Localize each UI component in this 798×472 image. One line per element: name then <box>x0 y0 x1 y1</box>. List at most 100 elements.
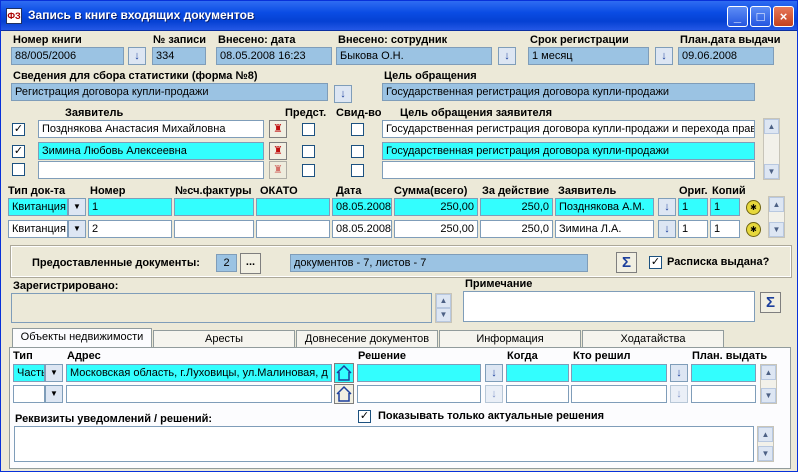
purpose-field[interactable]: Государственная регистрация договора куп… <box>382 83 755 101</box>
payer-field[interactable]: Зимина Л.А. <box>555 220 654 238</box>
house-icon[interactable] <box>334 363 354 383</box>
scroll-up-icon[interactable]: ▲ <box>761 365 776 380</box>
invoice-field[interactable] <box>174 198 254 216</box>
sigma-icon[interactable]: Σ <box>616 252 637 273</box>
applicant-purpose-field[interactable]: Государственная регистрация договора куп… <box>382 120 755 138</box>
book-number-dropdown-icon[interactable]: ↓ <box>128 47 146 65</box>
plan-date-field[interactable]: 09.06.2008 <box>678 47 774 65</box>
scroll-up-icon[interactable]: ▲ <box>436 294 451 308</box>
record-number-field[interactable]: 334 <box>152 47 206 65</box>
coin-icon[interactable]: ✱ <box>746 200 761 215</box>
person-icon[interactable]: ♜ <box>269 142 287 160</box>
cert-checkbox[interactable] <box>351 145 364 158</box>
scroll-down-icon[interactable]: ▼ <box>764 164 779 179</box>
house-icon[interactable] <box>334 384 354 404</box>
who-decided-dropdown-icon[interactable]: ↓ <box>670 364 688 382</box>
object-type-select[interactable]: Часть <box>13 364 45 382</box>
scroll-down-icon[interactable]: ▼ <box>758 446 773 461</box>
registered-field[interactable] <box>11 293 432 323</box>
who-decided-field[interactable] <box>571 364 667 382</box>
sum-field[interactable]: 250,00 <box>394 220 478 238</box>
plan-issue-field[interactable] <box>691 364 756 382</box>
notices-scrollbar[interactable]: ▲ ▼ <box>757 426 774 462</box>
decision-dropdown-icon[interactable]: ↓ <box>485 385 503 403</box>
scroll-up-icon[interactable]: ▲ <box>769 197 784 212</box>
orig-field[interactable]: 1 <box>678 198 708 216</box>
copies-field[interactable]: 1 <box>710 198 740 216</box>
scroll-up-icon[interactable]: ▲ <box>764 119 779 134</box>
reg-term-field[interactable]: 1 месяц <box>528 47 649 65</box>
repr-checkbox[interactable] <box>302 123 315 136</box>
applicant-name-field[interactable] <box>38 161 264 179</box>
stats-field[interactable]: Регистрация договора купли-продажи <box>11 83 328 101</box>
doc-type-select[interactable]: Квитанция <box>8 198 68 216</box>
payer-dropdown-icon[interactable]: ↓ <box>658 198 676 216</box>
sum-field[interactable]: 250,00 <box>394 198 478 216</box>
address-field[interactable]: Московская область, г.Луховицы, ул.Малин… <box>66 364 332 382</box>
receipt-checkbox[interactable]: ✓ <box>649 256 662 269</box>
scroll-up-icon[interactable]: ▲ <box>758 427 773 442</box>
who-decided-field[interactable] <box>571 385 667 403</box>
when-field[interactable] <box>506 364 569 382</box>
close-button[interactable]: × <box>773 6 794 27</box>
title-bar[interactable]: ФЗ Запись в книге входящих документов _ … <box>1 1 797 31</box>
cert-checkbox[interactable] <box>351 123 364 136</box>
stats-dropdown-icon[interactable]: ↓ <box>334 85 352 103</box>
sigma-icon[interactable]: Σ <box>760 292 781 313</box>
object-type-select[interactable] <box>13 385 45 403</box>
registered-scrollbar[interactable]: ▲ ▼ <box>435 293 452 323</box>
tab-real-estate[interactable]: Объекты недвижимости <box>12 328 152 349</box>
applicant-row-checkbox[interactable] <box>12 163 25 176</box>
applicant-row-checkbox[interactable]: ✓ <box>12 123 25 136</box>
applicant-purpose-field[interactable]: Государственная регистрация договора куп… <box>382 142 755 160</box>
notices-field[interactable] <box>14 426 754 462</box>
address-field[interactable] <box>66 385 332 403</box>
applicant-name-field[interactable]: Позднякова Анастасия Михайловна <box>38 120 264 138</box>
minimize-button[interactable]: _ <box>727 6 748 27</box>
orig-field[interactable]: 1 <box>678 220 708 238</box>
decision-field[interactable] <box>357 364 481 382</box>
doc-number-field[interactable]: 2 <box>88 220 172 238</box>
combo-arrow-icon[interactable]: ▼ <box>68 220 86 238</box>
combo-arrow-icon[interactable]: ▼ <box>45 364 63 382</box>
doc-type-select[interactable]: Квитанция <box>8 220 68 238</box>
repr-checkbox[interactable] <box>302 145 315 158</box>
entered-by-dropdown-icon[interactable]: ↓ <box>498 47 516 65</box>
applicant-row-checkbox[interactable]: ✓ <box>12 145 25 158</box>
objects-scrollbar[interactable]: ▲ ▼ <box>760 364 777 404</box>
person-icon[interactable]: ♜ <box>269 161 287 179</box>
repr-checkbox[interactable] <box>302 164 315 177</box>
entered-by-field[interactable]: Быкова О.Н. <box>336 47 492 65</box>
provided-docs-button[interactable]: ... <box>240 253 261 274</box>
when-field[interactable] <box>506 385 569 403</box>
book-number-field[interactable]: 88/005/2006 <box>11 47 124 65</box>
pay-date-field[interactable]: 08.05.2008 <box>332 220 392 238</box>
combo-arrow-icon[interactable]: ▼ <box>68 198 86 216</box>
maximize-button[interactable]: □ <box>750 6 771 27</box>
decision-field[interactable] <box>357 385 481 403</box>
for-action-field[interactable]: 250,0 <box>480 198 553 216</box>
scroll-down-icon[interactable]: ▼ <box>436 308 451 322</box>
pay-date-field[interactable]: 08.05.2008 <box>332 198 392 216</box>
note-field[interactable] <box>463 291 755 322</box>
invoice-field[interactable] <box>174 220 254 238</box>
person-icon[interactable]: ♜ <box>269 120 287 138</box>
entered-date-field[interactable]: 08.05.2008 16:23 <box>216 47 332 65</box>
copies-field[interactable]: 1 <box>710 220 740 238</box>
coin-icon[interactable]: ✱ <box>746 222 761 237</box>
reg-term-dropdown-icon[interactable]: ↓ <box>655 47 673 65</box>
scroll-down-icon[interactable]: ▼ <box>761 388 776 403</box>
scroll-down-icon[interactable]: ▼ <box>769 222 784 237</box>
applicant-name-field[interactable]: Зимина Любовь Алексеевна <box>38 142 264 160</box>
applicants-scrollbar[interactable]: ▲ ▼ <box>763 118 780 180</box>
applicant-purpose-field[interactable] <box>382 161 755 179</box>
payer-field[interactable]: Позднякова А.М. <box>555 198 654 216</box>
plan-issue-field[interactable] <box>691 385 756 403</box>
actual-only-checkbox[interactable]: ✓ <box>358 410 371 423</box>
payments-scrollbar[interactable]: ▲ ▼ <box>768 196 785 238</box>
cert-checkbox[interactable] <box>351 164 364 177</box>
doc-number-field[interactable]: 1 <box>88 198 172 216</box>
who-decided-dropdown-icon[interactable]: ↓ <box>670 385 688 403</box>
for-action-field[interactable]: 250,0 <box>480 220 553 238</box>
okato-field[interactable] <box>256 198 330 216</box>
